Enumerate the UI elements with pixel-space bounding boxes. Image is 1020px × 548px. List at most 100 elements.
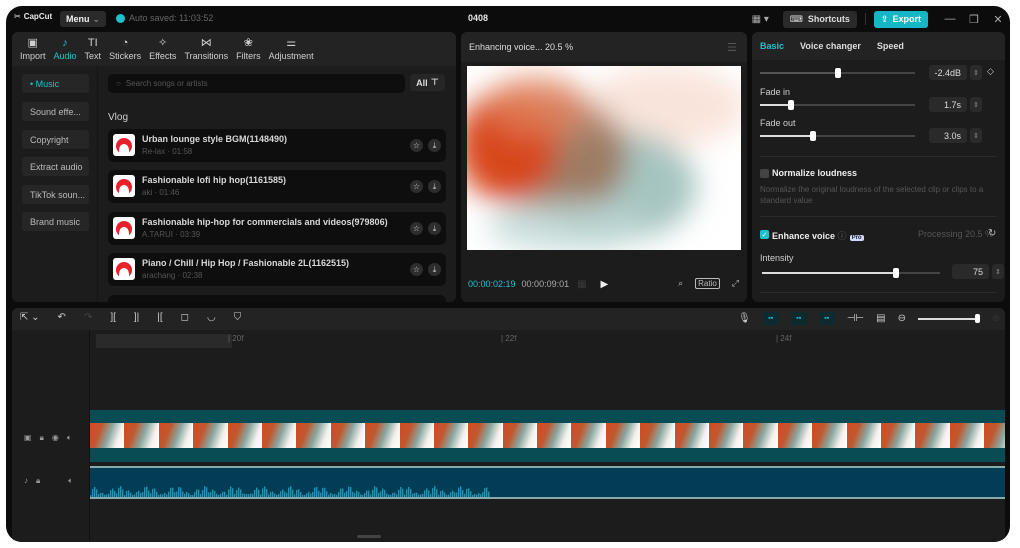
zoom-fit-icon[interactable]: ⌕: [678, 278, 683, 289]
fade-in-slider[interactable]: [760, 100, 915, 110]
download-icon[interactable]: ⤓: [428, 180, 441, 193]
fade-out-stepper[interactable]: ⇕: [970, 128, 982, 143]
intensity-stepper[interactable]: ⇕: [992, 264, 1004, 279]
mark-icon[interactable]: ◡: [207, 312, 216, 323]
microphone-icon[interactable]: 🎙: [738, 313, 751, 324]
caption-icon[interactable]: ▤: [876, 313, 885, 324]
clip-thumbnails: [90, 423, 1005, 448]
eye-icon[interactable]: ◉: [52, 433, 59, 443]
layout-icon[interactable]: ▦ ▾: [752, 14, 769, 25]
split-icon[interactable]: ][: [110, 312, 116, 323]
favorite-icon[interactable]: ☆: [410, 139, 423, 152]
redo-icon[interactable]: ↷: [84, 312, 92, 323]
split-right-icon[interactable]: |[: [157, 312, 162, 323]
fade-in-stepper[interactable]: ⇕: [970, 97, 982, 112]
favorite-icon[interactable]: ☆: [410, 263, 423, 276]
song-item[interactable]: Fashionable hip-hop for commercials and …: [108, 212, 446, 245]
fade-out-value[interactable]: 3.0s: [929, 128, 967, 143]
auto-snap-icon[interactable]: ▪▪: [790, 312, 807, 325]
refresh-icon[interactable]: ↻: [988, 228, 996, 239]
tab-text[interactable]: TI Text: [81, 32, 106, 66]
download-icon[interactable]: ⤓: [428, 263, 441, 276]
restore-icon[interactable]: ❐: [962, 13, 986, 26]
category-extract-audio[interactable]: Extract audio: [22, 157, 89, 176]
title-bar: ✂ CapCut Menu ⌄ Auto saved: 11:03:52 0408 …: [6, 6, 1010, 32]
mute-icon[interactable]: 🔈︎: [67, 433, 72, 443]
favorite-icon[interactable]: ☆: [410, 222, 423, 235]
upload-icon: ⇪: [880, 13, 889, 24]
tab-transitions[interactable]: ⋈ Transitions: [180, 32, 232, 66]
enhance-voice-checkbox[interactable]: ✓: [760, 230, 769, 239]
mute-icon[interactable]: 🔈︎: [68, 476, 73, 486]
shield-icon[interactable]: ⛉: [234, 312, 242, 323]
timeline-zoom-slider[interactable]: [917, 313, 980, 323]
song-item[interactable]: Fashionable lofi hip hop(1161585) aki · …: [108, 170, 446, 203]
minimize-icon[interactable]: —: [938, 13, 962, 25]
fade-out-slider[interactable]: [760, 131, 915, 141]
zoom-in-icon[interactable]: ⊕: [992, 313, 1000, 324]
linkage-icon[interactable]: ▪▪: [818, 312, 835, 325]
download-icon[interactable]: ⤓: [428, 139, 441, 152]
category-tiktok-sounds[interactable]: TikTok soun...: [22, 185, 89, 204]
menu-icon[interactable]: ☰: [727, 41, 737, 54]
select-tool-icon[interactable]: ⇱ ⌄: [20, 312, 40, 323]
filter-button[interactable]: All ⊤: [410, 74, 445, 91]
favorite-icon[interactable]: ☆: [410, 180, 423, 193]
volume-stepper[interactable]: ⇕: [970, 65, 982, 80]
range-selection[interactable]: [96, 334, 232, 348]
tab-voice-changer[interactable]: Voice changer: [800, 41, 861, 51]
split-left-icon[interactable]: ]|: [134, 312, 139, 323]
main-track-magnet-icon[interactable]: ▪▪: [762, 312, 779, 325]
ratio-button[interactable]: Ratio: [695, 278, 720, 289]
tab-effects[interactable]: ✧ Effects: [145, 32, 180, 66]
intensity-slider[interactable]: [762, 268, 940, 278]
category-copyright[interactable]: Copyright: [22, 130, 89, 149]
tab-adjustment[interactable]: ⚌ Adjustment: [265, 32, 318, 66]
preview-axis-icon[interactable]: ⊣⊢: [847, 313, 864, 324]
tab-filters[interactable]: ❀ Filters: [232, 32, 265, 66]
panel-resize-handle[interactable]: [357, 535, 381, 538]
download-icon[interactable]: ⤓: [428, 222, 441, 235]
lock-icon[interactable]: 🔒︎: [40, 433, 44, 443]
delete-icon[interactable]: ◻: [181, 312, 189, 323]
category-sound-effects[interactable]: Sound effe...: [22, 102, 89, 121]
zoom-out-icon[interactable]: ⊖: [898, 313, 906, 324]
audio-clip[interactable]: [90, 466, 1005, 499]
song-item[interactable]: Urban lounge style BGM(1148490) Re-lax ·…: [108, 129, 446, 162]
keyframe-icon[interactable]: ◇: [987, 66, 994, 77]
normalize-checkbox[interactable]: [760, 169, 769, 178]
shortcuts-button[interactable]: ⌨ Shortcuts: [782, 10, 857, 28]
tab-audio[interactable]: ♪ Audio: [50, 32, 81, 66]
cover-icon[interactable]: ▣: [24, 433, 32, 443]
play-icon[interactable]: ▶: [601, 279, 609, 290]
category-music[interactable]: • Music: [22, 74, 89, 93]
search-input[interactable]: ○ Search songs or artists: [108, 74, 405, 93]
tab-basic[interactable]: Basic: [760, 41, 784, 51]
song-cover: [113, 258, 135, 280]
fullscreen-icon[interactable]: ⤢: [732, 278, 739, 289]
video-clip[interactable]: [90, 410, 1005, 462]
menu-button[interactable]: Menu ⌄: [60, 11, 107, 27]
lock-icon[interactable]: 🔒︎: [36, 476, 40, 486]
tab-speed[interactable]: Speed: [877, 41, 904, 51]
category-brand-music[interactable]: Brand music: [22, 212, 89, 231]
grid-icon[interactable]: ▦: [577, 279, 586, 290]
export-button[interactable]: ⇪ Export: [873, 10, 928, 28]
video-preview[interactable]: [467, 66, 741, 250]
close-icon[interactable]: ✕: [986, 13, 1010, 26]
project-title: 0408: [468, 13, 489, 23]
volume-slider[interactable]: [760, 68, 915, 78]
song-item[interactable]: [108, 295, 446, 302]
song-item[interactable]: Piano / Chill / Hip Hop / Fashionable 2L…: [108, 253, 446, 286]
intensity-value[interactable]: 75: [952, 264, 989, 279]
tab-import[interactable]: ▣ Import: [16, 32, 50, 66]
timeline-ruler[interactable]: | 20f | 22f | 24f: [90, 330, 1005, 348]
filter-icon: ⊤: [430, 77, 439, 87]
undo-icon[interactable]: ↶: [58, 312, 66, 323]
tab-stickers[interactable]: ◔ Stickers: [105, 32, 145, 66]
volume-value[interactable]: -2.4dB: [929, 65, 967, 80]
processing-status: Enhancing voice... 20.5 %: [469, 42, 574, 52]
fade-in-value[interactable]: 1.7s: [929, 97, 967, 112]
help-icon[interactable]: ⓘ: [838, 231, 847, 241]
adjustment-icon: ⚌: [286, 37, 297, 49]
